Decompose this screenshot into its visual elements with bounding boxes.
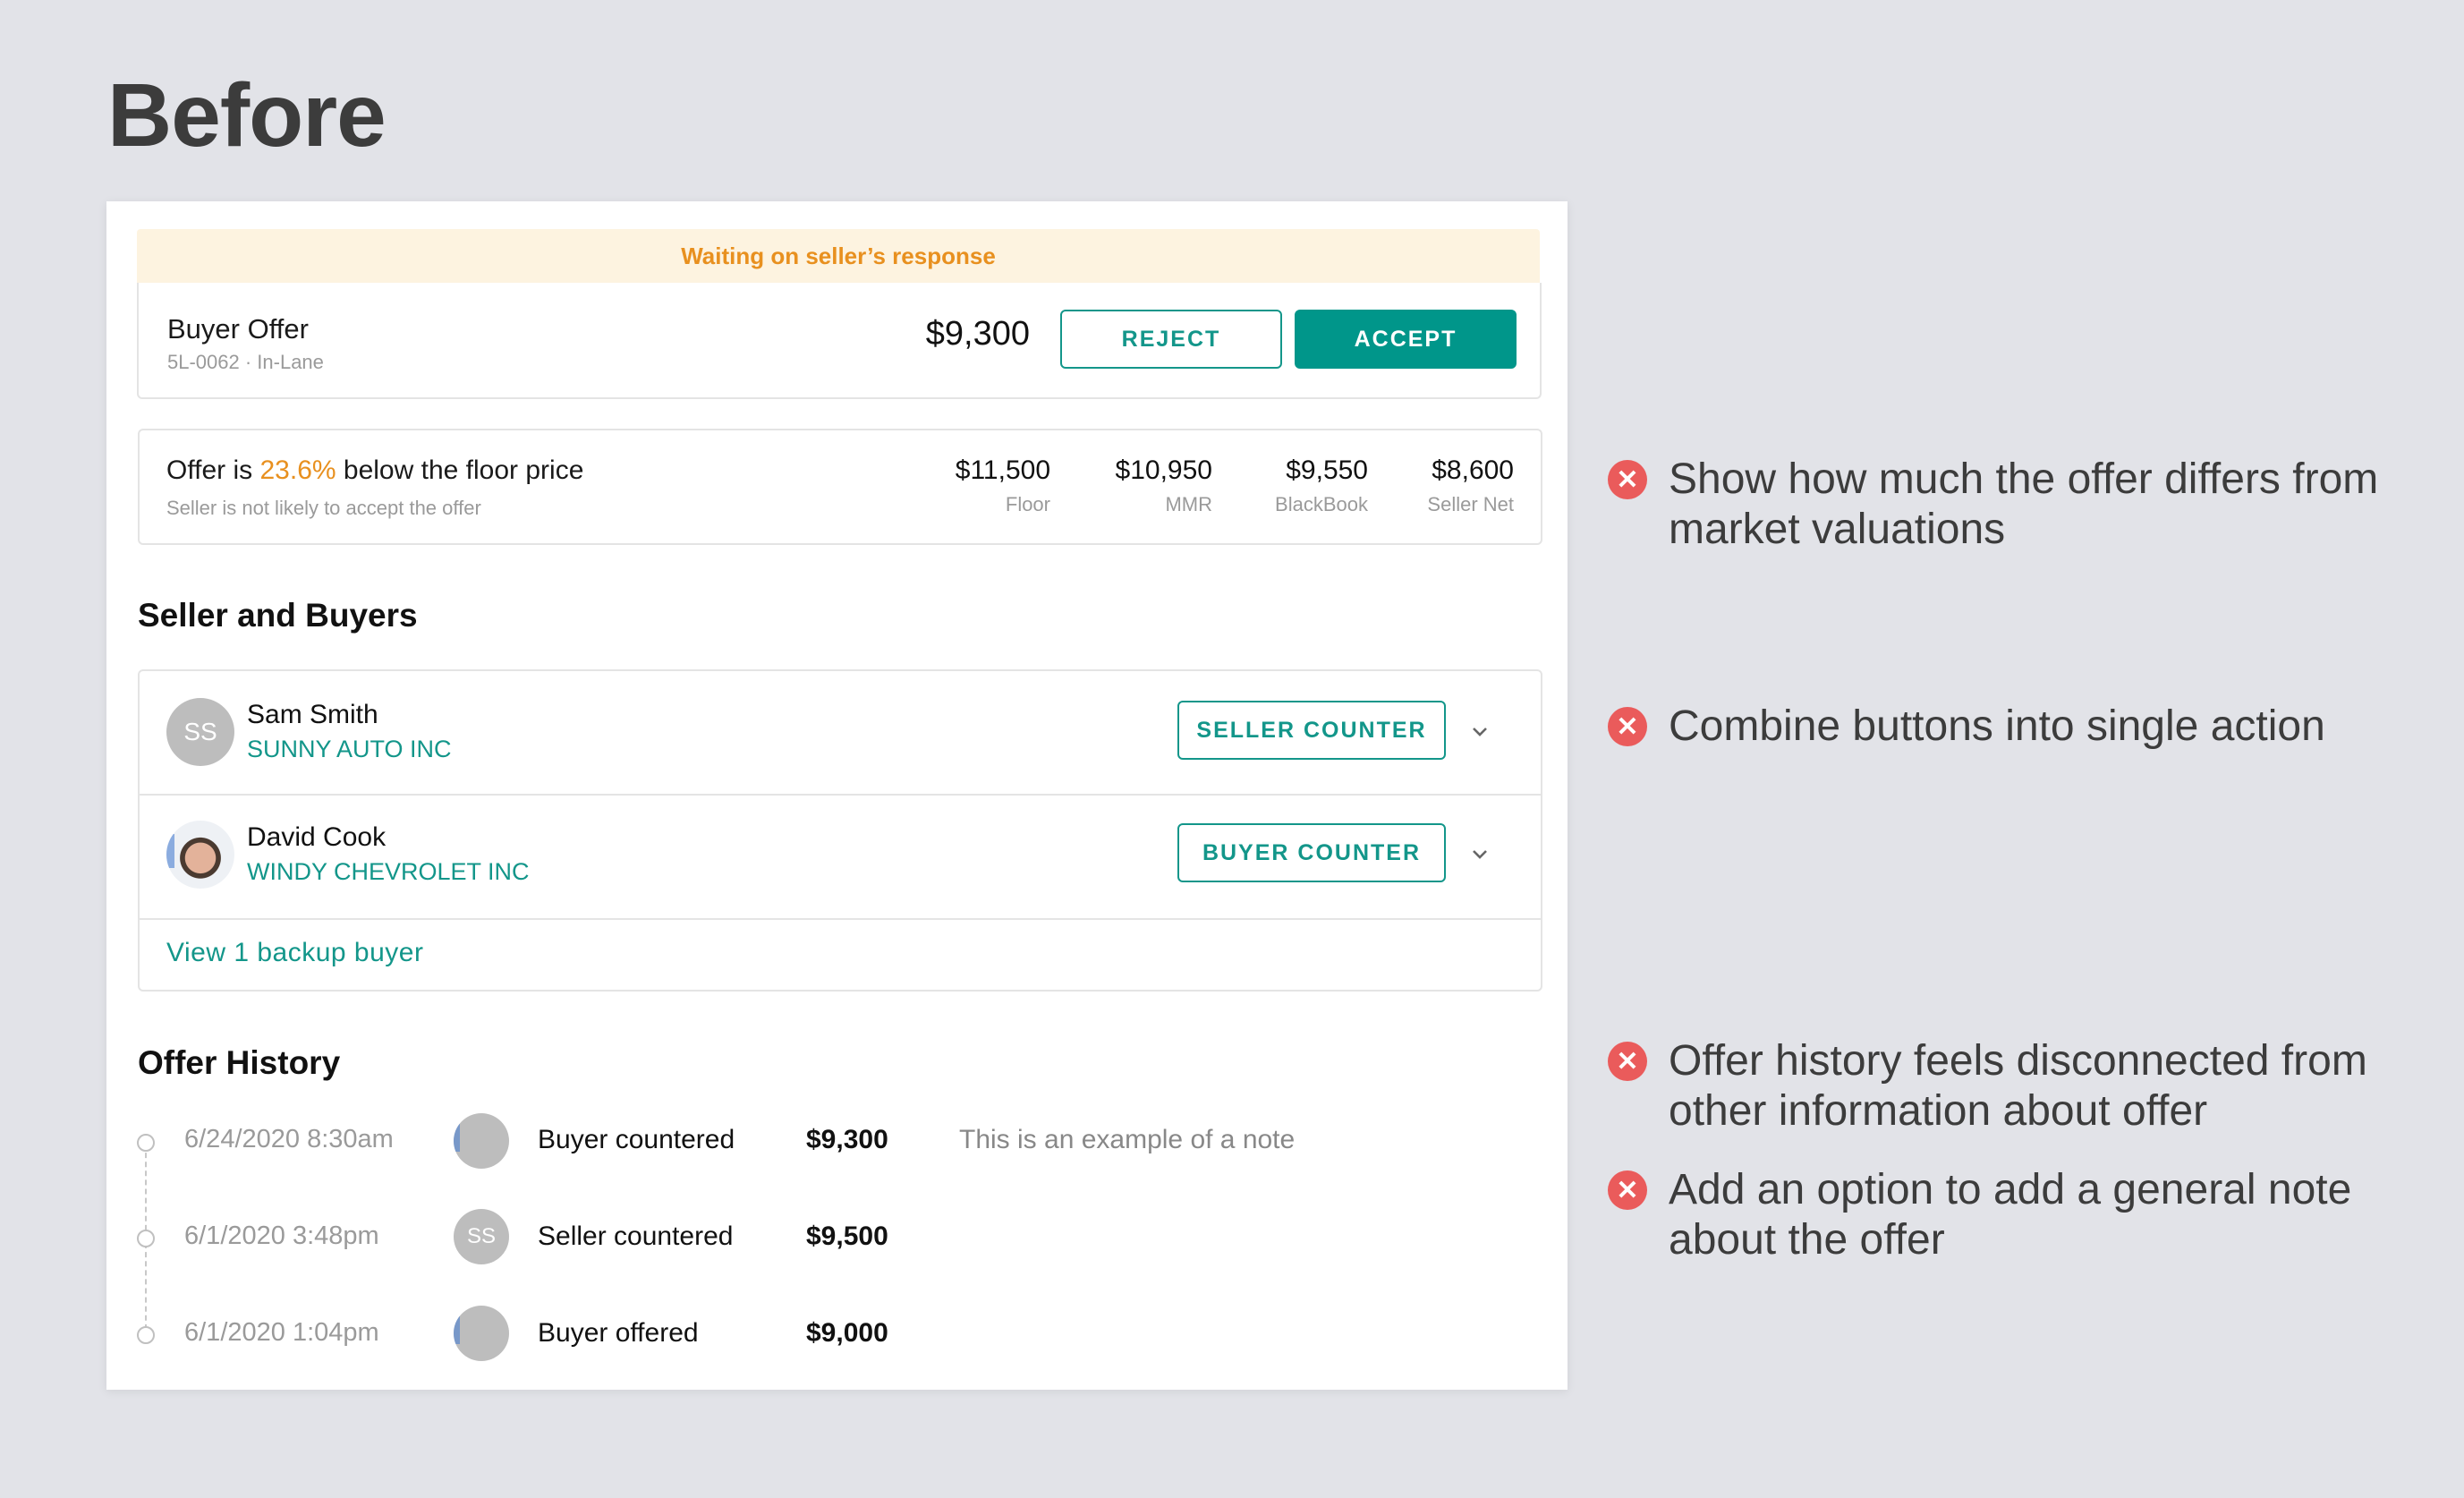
seller-buyers-card: SS Sam Smith SUNNY AUTO INC SELLER COUNT… <box>138 669 1542 992</box>
history-note: This is an example of a note <box>959 1125 1296 1154</box>
valuation-label: BlackBook <box>1275 493 1368 515</box>
x-circle-icon: ✕ <box>1608 1170 1647 1210</box>
x-circle-icon: ✕ <box>1608 707 1647 746</box>
annotation: ✕ Combine buttons into single action <box>1608 702 2456 752</box>
timeline-dot <box>137 1134 155 1152</box>
accept-button[interactable]: ACCEPT <box>1295 310 1517 369</box>
party-row-buyer: David Cook WINDY CHEVROLET INC BUYER COU… <box>140 794 1541 920</box>
view-backup-buyer-link[interactable]: View 1 backup buyer <box>166 938 423 968</box>
market-subtext: Seller is not likely to accept the offer <box>166 497 481 519</box>
valuation-amount: $10,950 <box>1115 455 1212 485</box>
party-name: Sam Smith <box>247 700 378 729</box>
history-date: 6/1/2020 1:04pm <box>184 1318 379 1347</box>
party-company[interactable]: SUNNY AUTO INC <box>247 736 452 763</box>
reject-button[interactable]: REJECT <box>1060 310 1282 369</box>
valuation-floor: $11,500 Floor <box>956 455 1050 516</box>
headline-suffix: below the floor price <box>336 455 584 485</box>
history-amount: $9,000 <box>806 1318 888 1348</box>
buyer-offer-card: Buyer Offer 5L-0062 · In-Lane $9,300 REJ… <box>137 283 1542 399</box>
annotation: ✕ Offer history feels disconnected from … <box>1608 1036 2456 1136</box>
valuation-label: MMR <box>1165 493 1212 515</box>
history-amount: $9,300 <box>806 1125 888 1154</box>
annotation-text: Offer history feels disconnected from ot… <box>1669 1037 2367 1135</box>
seller-buyers-heading: Seller and Buyers <box>138 597 418 634</box>
valuation-amount: $9,550 <box>1286 455 1368 485</box>
history-action: Buyer offered <box>538 1318 699 1348</box>
market-headline: Offer is 23.6% below the floor price <box>166 455 583 486</box>
seller-counter-button[interactable]: SELLER COUNTER <box>1177 701 1446 760</box>
annotation: ✕ Show how much the offer differs from m… <box>1608 455 2456 555</box>
history-action: Buyer countered <box>538 1125 735 1154</box>
market-valuation-card: Offer is 23.6% below the floor price Sel… <box>138 429 1542 545</box>
offer-title: Buyer Offer <box>167 313 309 345</box>
x-circle-icon: ✕ <box>1608 460 1647 499</box>
timeline-dot <box>137 1326 155 1344</box>
avatar-photo <box>454 1113 509 1169</box>
annotation-text: Add an option to add a general note abou… <box>1669 1166 2352 1264</box>
chevron-down-icon[interactable] <box>1471 846 1489 864</box>
offer-subtitle: 5L-0062 · In-Lane <box>167 351 324 373</box>
headline-prefix: Offer is <box>166 455 260 485</box>
valuation-label: Seller Net <box>1427 493 1514 515</box>
history-date: 6/24/2020 8:30am <box>184 1125 394 1153</box>
buyer-counter-button[interactable]: BUYER COUNTER <box>1177 823 1446 882</box>
valuation-amount: $8,600 <box>1432 455 1514 485</box>
annotation-text: Show how much the offer differs from mar… <box>1669 455 2379 553</box>
avatar-photo <box>454 1306 509 1361</box>
annotation: ✕ Add an option to add a general note ab… <box>1608 1165 2456 1265</box>
annotation-text: Combine buttons into single action <box>1669 702 2325 750</box>
valuation-blackbook: $9,550 BlackBook <box>1275 455 1368 516</box>
valuation-seller-net: $8,600 Seller Net <box>1427 455 1514 516</box>
history-amount: $9,500 <box>806 1221 888 1251</box>
offer-price: $9,300 <box>925 315 1030 353</box>
avatar-photo <box>166 821 234 889</box>
avatar: SS <box>454 1209 509 1264</box>
valuation-label: Floor <box>1005 493 1050 515</box>
offer-panel: Waiting on seller’s response Buyer Offer… <box>106 201 1568 1390</box>
chevron-down-icon[interactable] <box>1471 723 1489 741</box>
below-floor-percent: 23.6% <box>259 455 336 485</box>
status-banner: Waiting on seller’s response <box>137 229 1540 283</box>
x-circle-icon: ✕ <box>1608 1042 1647 1081</box>
page-title: Before <box>107 65 387 166</box>
history-action: Seller countered <box>538 1221 734 1251</box>
party-company[interactable]: WINDY CHEVROLET INC <box>247 858 530 886</box>
valuation-mmr: $10,950 MMR <box>1116 455 1212 516</box>
party-name: David Cook <box>247 822 387 852</box>
offer-history-heading: Offer History <box>138 1044 341 1081</box>
history-date: 6/1/2020 3:48pm <box>184 1221 379 1250</box>
timeline-dot <box>137 1230 155 1247</box>
avatar: SS <box>166 698 234 766</box>
party-row-seller: SS Sam Smith SUNNY AUTO INC SELLER COUNT… <box>140 671 1541 796</box>
valuation-amount: $11,500 <box>955 455 1050 485</box>
